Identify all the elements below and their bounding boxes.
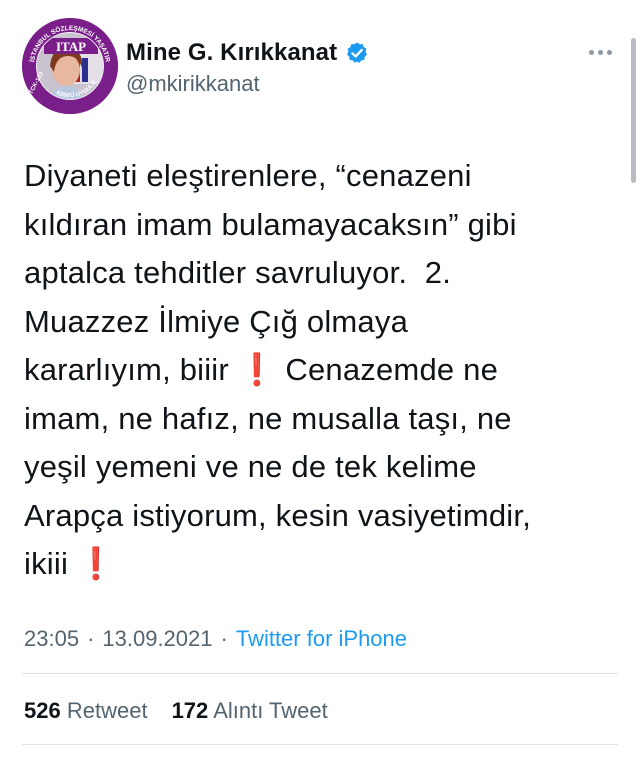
tweet-line: kıldıran imam bulamayacaksın” gibi	[24, 201, 584, 250]
tweet-line: Muazzez İlmiye Çığ olmaya	[24, 298, 584, 347]
more-options-icon[interactable]	[582, 40, 618, 64]
tweet-date[interactable]: 13.09.2021	[102, 626, 212, 652]
tweet-line: yeşil yemeni ve ne de tek kelime	[24, 443, 584, 492]
exclamation-emoji: ❗	[76, 546, 116, 581]
retweets-stat[interactable]: 526 Retweet	[24, 698, 148, 724]
divider	[22, 673, 618, 674]
tweet-line: aptalca tehditler savruluyor. 2.	[24, 249, 584, 298]
retweets-label: Retweet	[66, 698, 148, 723]
tweet-stats: 526 Retweet 172 Alıntı Tweet	[24, 698, 328, 724]
quotes-count: 172	[171, 698, 209, 723]
user-names: Mine G. Kırıkkanat @mkirikkanat	[126, 38, 369, 97]
tweet-detail: ITAP İSTANBUL SÖZLEŞMESİ YAŞATIR 6284'Ü …	[0, 0, 640, 761]
tweet-line: Diyaneti eleştirenlere, “cenazeni	[24, 152, 584, 201]
tweet-line-text: ikiii	[24, 546, 69, 581]
tweet-line-text: Diyaneti eleştirenlere, “cenazeni	[24, 158, 472, 193]
more-dot	[597, 49, 603, 55]
tweet-line-text: kararlıyım, biiir	[24, 352, 229, 387]
tweet-text: Diyaneti eleştirenlere, “cenazeni kıldıra…	[24, 152, 584, 589]
divider	[22, 744, 618, 745]
retweets-count: 526	[24, 698, 61, 723]
exclamation-emoji: ❗	[237, 352, 277, 387]
tweet-line-text: aptalca tehditler savruluyor. 2.	[24, 255, 452, 290]
tweet-line-text: imam, ne hafız, ne musalla taşı, ne	[24, 400, 512, 436]
display-name[interactable]: Mine G. Kırıkkanat	[126, 39, 337, 67]
avatar-badge-text: ITAP	[56, 39, 86, 54]
meta-separator: ·	[87, 626, 95, 651]
avatar[interactable]: ITAP İSTANBUL SÖZLEŞMESİ YAŞATIR 6284'Ü …	[22, 18, 118, 114]
tweet-source-link[interactable]: Twitter for iPhone	[236, 626, 407, 652]
quotes-label: Alıntı Tweet	[213, 698, 328, 723]
tweet-line-text: Muazzez İlmiye Çığ olmaya	[24, 303, 409, 339]
verified-badge-icon	[345, 41, 369, 65]
more-dot	[606, 49, 612, 55]
tweet-line-text: yeşil yemeni ve ne de tek kelime	[24, 449, 477, 484]
avatar-image: ITAP İSTANBUL SÖZLEŞMESİ YAŞATIR 6284'Ü …	[22, 18, 118, 114]
meta-separator: ·	[220, 626, 228, 651]
scrollbar[interactable]	[631, 38, 636, 183]
tweet-line: ikiii ❗	[24, 540, 584, 589]
tweet-time[interactable]: 23:05	[24, 626, 79, 652]
user-handle[interactable]: @mkirikkanat	[126, 71, 369, 97]
tweet-line: kararlıyım, biiir ❗ Cenazemde ne	[24, 346, 584, 395]
tweet-header: ITAP İSTANBUL SÖZLEŞMESİ YAŞATIR 6284'Ü …	[22, 18, 618, 118]
tweet-meta: 23:05 · 13.09.2021 · Twitter for iPhone	[24, 626, 407, 652]
quotes-stat[interactable]: 172 Alıntı Tweet	[172, 698, 328, 724]
tweet-line-text: kıldıran imam bulamayacaksın” gibi	[24, 206, 517, 242]
display-name-row: Mine G. Kırıkkanat	[126, 38, 369, 68]
tweet-line-text: Arapça istiyorum, kesin vasiyetimdir,	[24, 497, 532, 533]
more-dot	[588, 49, 594, 55]
tweet-line: Arapça istiyorum, kesin vasiyetimdir,	[24, 492, 584, 541]
tweet-line-text: Cenazemde ne	[276, 352, 499, 387]
tweet-line: imam, ne hafız, ne musalla taşı, ne	[24, 395, 584, 444]
